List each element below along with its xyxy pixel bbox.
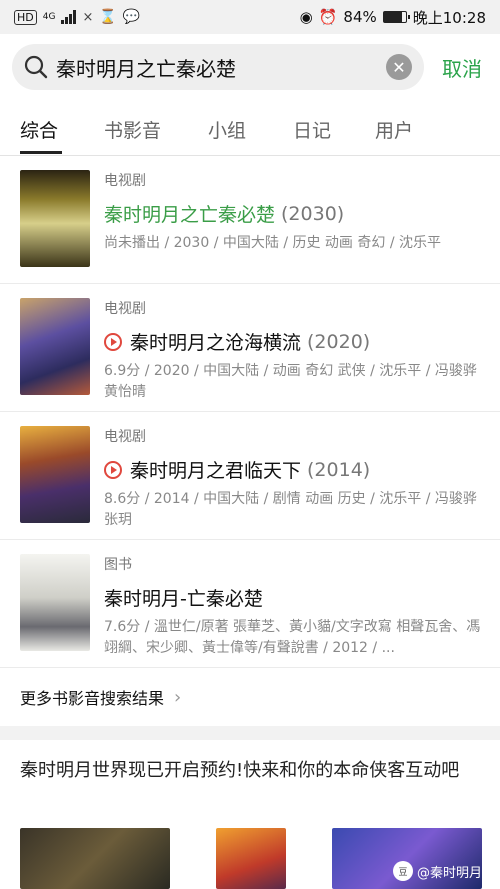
status-bar: HD 4G × ⌛ 💬 ◉ ⏰ 84% 晚上10:28 xyxy=(0,0,500,34)
battery-icon xyxy=(382,11,410,23)
result-year: (2030) xyxy=(281,202,345,225)
result-category: 电视剧 xyxy=(104,301,146,317)
douban-logo-icon: 豆 xyxy=(392,861,413,881)
clock: 晚上10:28 xyxy=(412,8,486,27)
play-icon xyxy=(104,332,122,351)
promo-thumbnails: 豆 @秦时明月 xyxy=(0,828,500,889)
promo-image[interactable] xyxy=(216,828,286,889)
tab-underline xyxy=(20,151,62,154)
poster-image xyxy=(20,554,90,651)
tab-media[interactable]: 书影音 xyxy=(104,116,161,143)
search-row: 秦时明月之亡秦必楚 ✕ 取消 xyxy=(0,40,500,94)
result-desc: 8.6分 / 2014 / 中国大陆 / 剧情 动画 历史 / 沈乐平 / 冯骏… xyxy=(104,491,477,528)
tab-diary[interactable]: 日记 xyxy=(293,116,331,143)
result-title[interactable]: 秦时明月之沧海横流 (2020) xyxy=(104,328,484,355)
battery-percent: 84% xyxy=(343,8,377,26)
result-item[interactable]: 图书 秦时明月-亡秦必楚 7.6分 / 溫世仁/原著 張華芝、黃小貓/文字改寫 … xyxy=(0,540,500,668)
result-year: (2014) xyxy=(307,458,371,481)
network-type: 4G xyxy=(42,12,56,22)
result-item[interactable]: 电视剧 秦时明月之沧海横流 (2020) 6.9分 / 2020 / 中国大陆 … xyxy=(0,284,500,412)
result-category: 电视剧 xyxy=(104,173,146,189)
result-year: (2020) xyxy=(307,330,371,353)
result-desc: 尚未播出 / 2030 / 中国大陆 / 历史 动画 奇幻 / 沈乐平 xyxy=(104,235,441,251)
result-category: 电视剧 xyxy=(104,429,146,445)
poster-image xyxy=(20,298,90,395)
search-query[interactable]: 秦时明月之亡秦必楚 xyxy=(56,53,386,82)
poster-image xyxy=(20,170,90,267)
result-title-text: 秦时明月之亡秦必楚 xyxy=(104,204,276,226)
tab-user[interactable]: 用户 xyxy=(375,116,413,143)
tab-bar: 综合 书影音 小组 日记 用户 xyxy=(0,104,500,156)
result-title-text: 秦时明月-亡秦必楚 xyxy=(104,588,263,610)
chevron-right-icon: › xyxy=(174,686,182,708)
alarm-icon: ⏰ xyxy=(318,8,338,26)
watermark: 豆 @秦时明月 xyxy=(392,861,482,881)
promo-text[interactable]: 秦时明月世界现已开启预约!快来和你的本命侠客互动吧 xyxy=(20,756,482,785)
signal-icon xyxy=(61,10,77,24)
result-title[interactable]: 秦时明月-亡秦必楚 xyxy=(104,584,484,611)
result-title[interactable]: 秦时明月之君临天下 (2014) xyxy=(104,456,484,483)
result-item[interactable]: 电视剧 秦时明月之亡秦必楚 (2030) 尚未播出 / 2030 / 中国大陆 … xyxy=(0,156,500,284)
hourglass-icon: ⌛ xyxy=(99,9,117,25)
tab-group[interactable]: 小组 xyxy=(208,116,246,143)
result-desc: 6.9分 / 2020 / 中国大陆 / 动画 奇幻 武侠 / 沈乐平 / 冯骏… xyxy=(104,363,477,400)
clear-icon[interactable]: ✕ xyxy=(386,54,412,80)
signal2-icon: × xyxy=(82,9,94,25)
tab-all[interactable]: 综合 xyxy=(20,116,58,143)
eye-icon: ◉ xyxy=(299,8,313,26)
result-title-text: 秦时明月之沧海横流 xyxy=(130,332,302,354)
result-desc: 7.6分 / 溫世仁/原著 張華芝、黃小貓/文字改寫 相聲瓦舍、馮翊綱、宋少卿、… xyxy=(104,619,481,656)
more-results-link[interactable]: 更多书影音搜索结果 › xyxy=(0,668,500,726)
search-input[interactable]: 秦时明月之亡秦必楚 ✕ xyxy=(12,44,424,90)
promo-image[interactable] xyxy=(20,828,170,889)
result-category: 图书 xyxy=(104,557,132,573)
result-item[interactable]: 电视剧 秦时明月之君临天下 (2014) 8.6分 / 2014 / 中国大陆 … xyxy=(0,412,500,540)
hd-badge: HD xyxy=(14,9,37,25)
poster-image xyxy=(20,426,90,523)
more-results-label: 更多书影音搜索结果 xyxy=(20,689,165,708)
watermark-text: @秦时明月 xyxy=(416,865,482,881)
result-title[interactable]: 秦时明月之亡秦必楚 (2030) xyxy=(104,200,484,227)
section-divider xyxy=(0,726,500,740)
message-icon: 💬 xyxy=(122,9,141,25)
search-icon xyxy=(24,55,48,79)
result-title-text: 秦时明月之君临天下 xyxy=(130,460,302,482)
play-icon xyxy=(104,460,122,479)
cancel-button[interactable]: 取消 xyxy=(442,53,482,82)
